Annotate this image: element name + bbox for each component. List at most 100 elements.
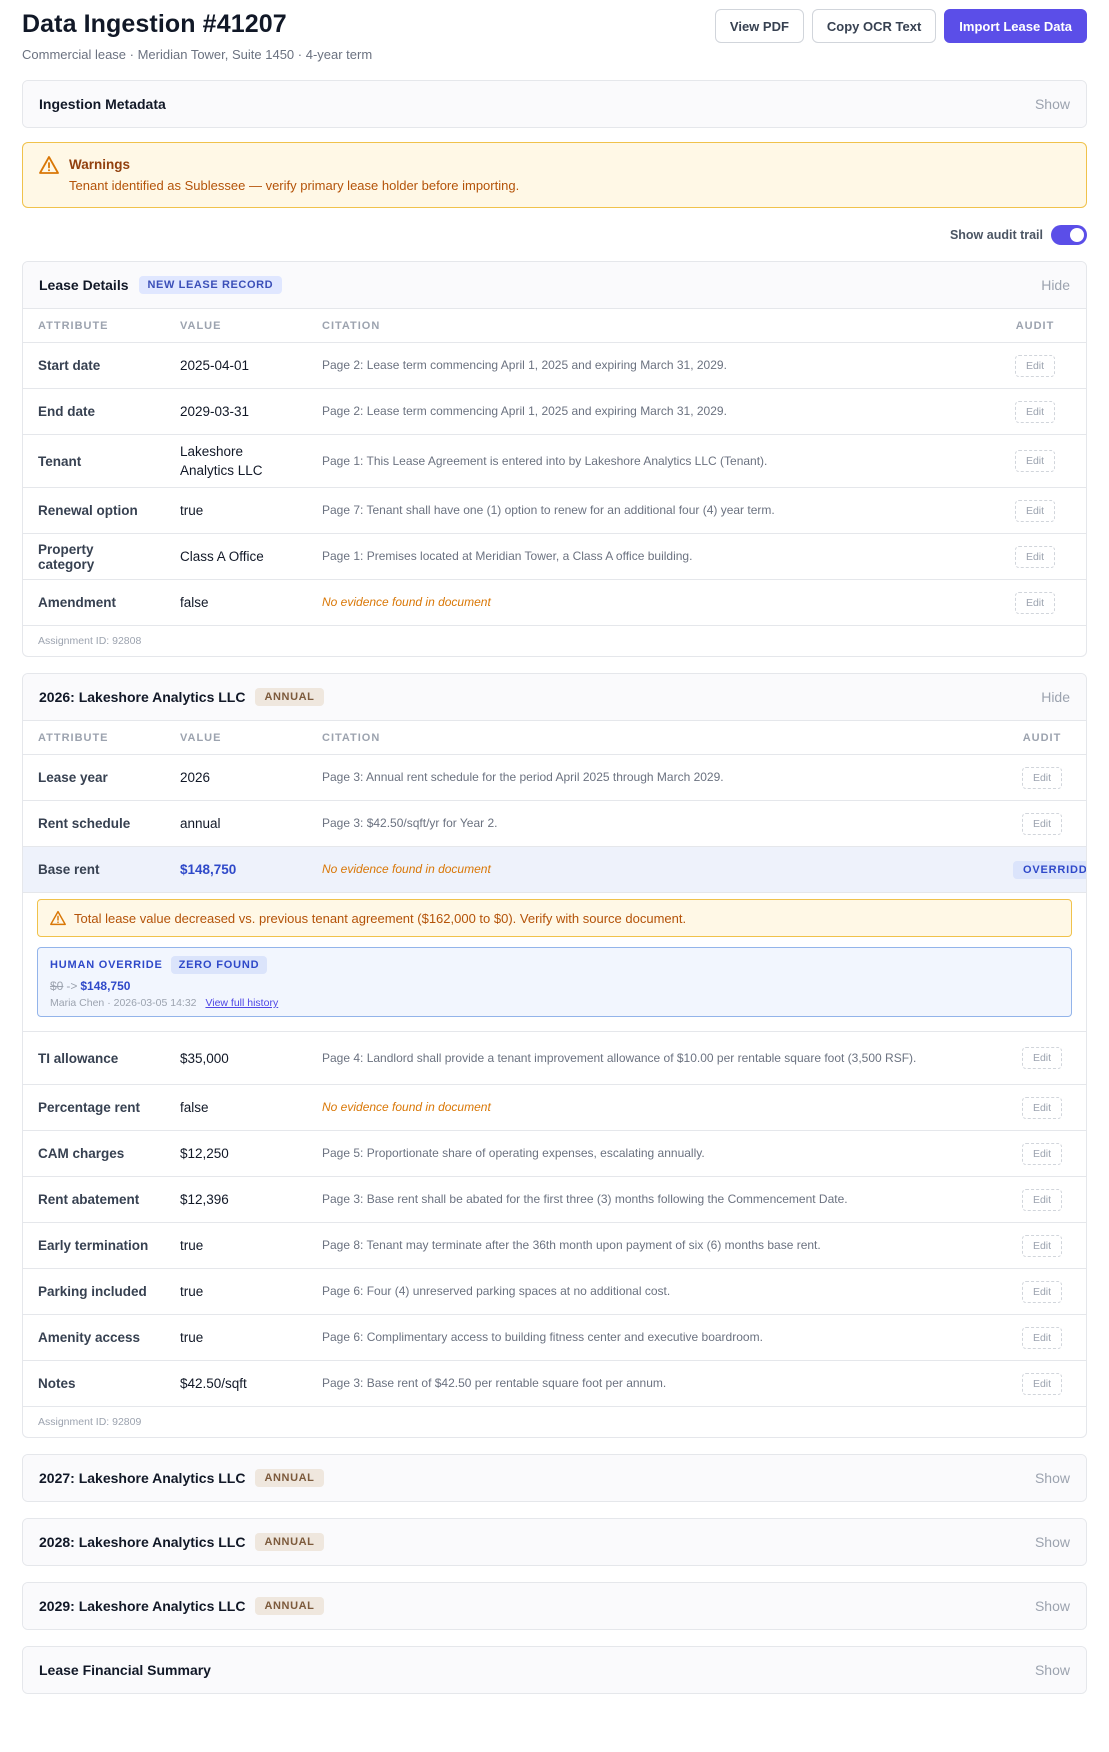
page-subtitle: Commercial lease · Meridian Tower, Suite… [22, 47, 373, 62]
year-2026-section: 2026: Lakeshore Analytics LLC ANNUAL Hid… [22, 673, 1087, 1438]
row-audit: Edit [984, 487, 1086, 534]
view-pdf-button[interactable]: View PDF [714, 9, 804, 43]
lease-financial-summary-section: Lease Financial Summary Show [22, 1646, 1087, 1694]
section-toggle[interactable]: Hide [1041, 277, 1070, 293]
row-attribute: Tenant [23, 434, 165, 488]
row-value: true [165, 1222, 307, 1269]
row-attribute: Parking included [23, 1268, 165, 1315]
row-citation: No evidence found in document [307, 579, 984, 626]
section-title: Lease Financial Summary [39, 1662, 211, 1678]
audit-trail-control: Show audit trail [22, 222, 1087, 248]
edit-button[interactable]: Edit [1021, 1188, 1063, 1211]
section-title: 2029: Lakeshore Analytics LLC [39, 1598, 246, 1614]
section-title: Lease Details [39, 277, 129, 293]
row-audit: Edit [998, 800, 1086, 847]
row-citation: Page 6: Four (4) unreserved parking spac… [307, 1268, 998, 1315]
section-toggle[interactable]: Show [1035, 1598, 1070, 1614]
section-header[interactable]: Lease Details NEW LEASE RECORD Hide [23, 262, 1086, 308]
annual-badge: ANNUAL [255, 1469, 324, 1487]
section-header[interactable]: 2026: Lakeshore Analytics LLC ANNUAL Hid… [23, 674, 1086, 720]
inner-warning-row: Total lease value decreased vs. previous… [23, 893, 1086, 944]
table-row: Early termination true Page 8: Tenant may … [23, 1222, 1086, 1269]
section-header[interactable]: 2029: Lakeshore Analytics LLC ANNUAL Show [23, 1583, 1086, 1629]
section-toggle[interactable]: Show [1035, 96, 1070, 112]
row-citation: Page 4: Landlord shall provide a tenant … [307, 1031, 998, 1085]
section-toggle[interactable]: Hide [1041, 689, 1070, 705]
human-override-label: HUMAN OVERRIDE [50, 959, 163, 971]
column-header-value: VALUE [165, 308, 307, 343]
page-header: Data Ingestion #41207 Commercial lease ·… [22, 0, 1087, 80]
table-row: Rent abatement $12,396 Page 3: Base rent s… [23, 1176, 1086, 1223]
overridden-badge[interactable]: OVERRIDDEN [1013, 860, 1086, 879]
edit-button[interactable]: Edit [1021, 1326, 1063, 1349]
collapsed-year-sections: 2027: Lakeshore Analytics LLC ANNUAL Show 2… [22, 1454, 1087, 1630]
lease-value-warning-text: Total lease value decreased vs. previous… [74, 910, 687, 926]
row-audit: Edit [998, 1084, 1086, 1131]
override-change: $0 -> $148,750 [50, 979, 1059, 993]
edit-button[interactable]: Edit [1021, 812, 1063, 835]
row-citation: No evidence found in document [307, 846, 998, 893]
edit-button[interactable]: Edit [1014, 450, 1056, 472]
edit-button[interactable]: Edit [1021, 1372, 1063, 1395]
edit-button[interactable]: Edit [1014, 354, 1056, 377]
row-value: false [165, 1084, 307, 1131]
section-toggle[interactable]: Show [1035, 1470, 1070, 1486]
edit-button[interactable]: Edit [1014, 545, 1056, 568]
row-citation: Page 6: Complimentary access to building… [307, 1314, 998, 1361]
row-audit: Edit [998, 1314, 1086, 1361]
row-attribute: CAM charges [23, 1130, 165, 1177]
row-citation: Page 8: Tenant may terminate after the 3… [307, 1222, 998, 1269]
row-value: 2029-03-31 [165, 388, 307, 435]
table-row: Lease year 2026 Page 3: Annual rent schedu… [23, 754, 1086, 801]
edit-button[interactable]: Edit [1021, 766, 1063, 789]
row-value: $12,396 [165, 1176, 307, 1223]
human-override-box: HUMAN OVERRIDE ZERO FOUND $0 -> $148,750 M… [37, 947, 1072, 1017]
audit-trail-label: Show audit trail [949, 228, 1043, 242]
edit-button[interactable]: Edit [1021, 1234, 1063, 1257]
row-audit: Edit [998, 1130, 1086, 1177]
import-lease-button[interactable]: Import Lease Data [944, 9, 1087, 43]
section-header[interactable]: 2028: Lakeshore Analytics LLC ANNUAL Show [23, 1519, 1086, 1565]
section-toggle[interactable]: Show [1035, 1662, 1070, 1678]
row-audit: OVERRIDDEN [998, 846, 1086, 893]
section-header[interactable]: Lease Financial Summary Show [23, 1647, 1086, 1693]
section-header[interactable]: Ingestion Metadata Show [23, 81, 1086, 127]
year-section-collapsed: 2028: Lakeshore Analytics LLC ANNUAL Show [22, 1518, 1087, 1566]
edit-button[interactable]: Edit [1021, 1047, 1063, 1069]
year-section-collapsed: 2027: Lakeshore Analytics LLC ANNUAL Show [22, 1454, 1087, 1502]
column-header-citation: CITATION [307, 308, 984, 343]
row-citation: Page 7: Tenant shall have one (1) option… [307, 487, 984, 534]
warning-triangle-icon [39, 156, 59, 174]
row-attribute: Lease year [23, 754, 165, 801]
section-header[interactable]: 2027: Lakeshore Analytics LLC ANNUAL Show [23, 1455, 1086, 1501]
edit-button[interactable]: Edit [1014, 499, 1056, 522]
row-value: true [165, 487, 307, 534]
assignment-id: Assignment ID: 92808 [38, 635, 142, 647]
audit-trail-toggle[interactable] [1051, 225, 1087, 245]
warnings-text: Tenant identified as Sublessee — verify … [69, 178, 520, 193]
section-title: Ingestion Metadata [39, 96, 166, 112]
edit-button[interactable]: Edit [1014, 400, 1056, 423]
row-audit: Edit [998, 1031, 1086, 1085]
annual-badge: ANNUAL [255, 1533, 324, 1551]
row-attribute: Base rent [23, 846, 165, 893]
base-rent-override-group: Base rent $148,750 No evidence found in … [23, 846, 1086, 1032]
column-header-audit: AUDIT [998, 720, 1086, 755]
edit-button[interactable]: Edit [1021, 1096, 1063, 1119]
edit-button[interactable]: Edit [1021, 1280, 1063, 1303]
edit-button[interactable]: Edit [1014, 591, 1056, 614]
row-value: 2025-04-01 [165, 342, 307, 389]
table-row: Notes $42.50/sqft Page 3: Base rent of $42… [23, 1360, 1086, 1407]
view-full-history-link[interactable]: View full history [205, 997, 278, 1009]
section-toggle[interactable]: Show [1035, 1534, 1070, 1550]
table-row: Property category Class A Office Page 1: P… [23, 533, 1086, 580]
annual-badge: ANNUAL [255, 1597, 324, 1615]
row-attribute: Rent abatement [23, 1176, 165, 1223]
edit-button[interactable]: Edit [1021, 1142, 1063, 1165]
copy-ocr-button[interactable]: Copy OCR Text [811, 9, 937, 43]
row-value: $42.50/sqft [165, 1360, 307, 1407]
year-2026-table: ATTRIBUTE VALUE CITATION AUDIT Lease yea… [23, 720, 1086, 1407]
row-citation: Page 2: Lease term commencing April 1, 2… [307, 388, 984, 435]
row-value: $12,250 [165, 1130, 307, 1177]
row-attribute: Early termination [23, 1222, 165, 1269]
